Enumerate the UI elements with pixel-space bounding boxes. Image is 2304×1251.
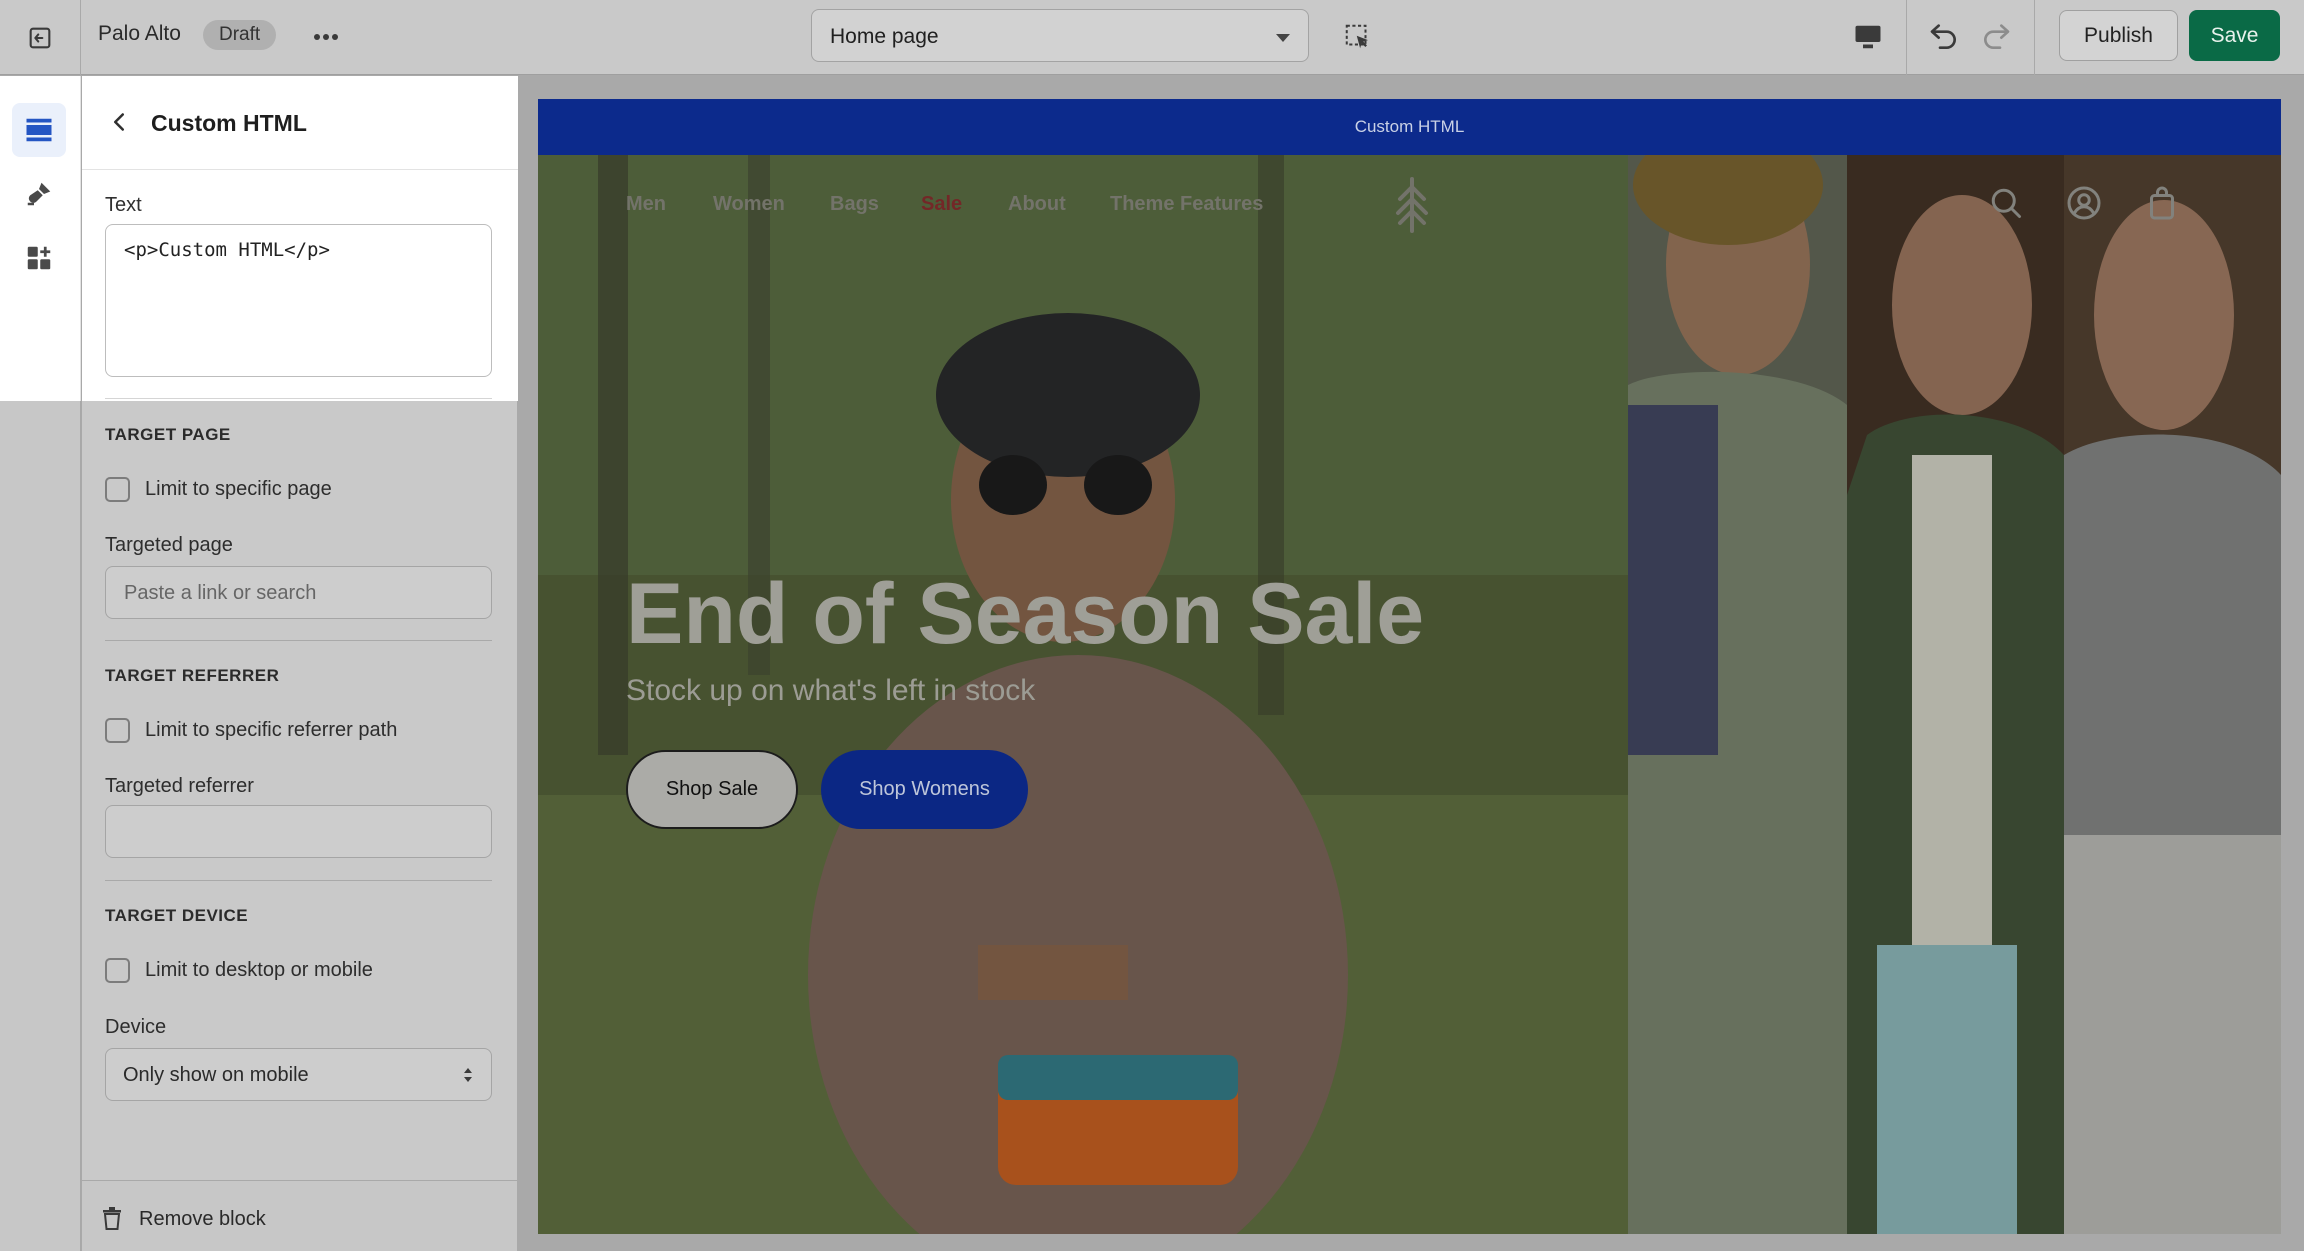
- inspector-toggle-button[interactable]: [1339, 18, 1377, 56]
- page-selector[interactable]: Home page: [811, 9, 1309, 62]
- panel-footer: Remove block: [82, 1180, 517, 1251]
- undo-button[interactable]: [1924, 15, 1964, 55]
- storefront-preview: Custom HTML Men Women Bags Sale About Th…: [538, 99, 2281, 1234]
- nav-link-men[interactable]: Men: [626, 193, 666, 216]
- settings-panel-header-area: Custom HTML Text <p>Custom HTML</p>: [82, 76, 518, 401]
- device-label: Device: [105, 1016, 167, 1038]
- hero-photo: [2064, 155, 2281, 1234]
- theme-settings-nav-button[interactable]: [12, 167, 66, 221]
- limit-device-checkbox[interactable]: [105, 958, 130, 983]
- exit-icon: [29, 27, 51, 48]
- chevron-left-icon: [114, 113, 124, 131]
- cart-button[interactable]: [2142, 183, 2182, 223]
- panel-header: Custom HTML: [82, 76, 518, 170]
- store-name: Palo Alto: [98, 22, 181, 45]
- remove-block-button[interactable]: Remove block: [139, 1208, 266, 1231]
- redo-button[interactable]: [1976, 15, 2016, 55]
- search-button[interactable]: [1986, 183, 2026, 223]
- more-actions-button[interactable]: [308, 19, 344, 55]
- hero-headline: End of Season Sale: [626, 566, 1425, 662]
- targeted-referrer-label: Targeted referrer: [105, 775, 254, 797]
- targeted-referrer-input[interactable]: [105, 805, 492, 858]
- limit-device-checkbox-label: Limit to desktop or mobile: [145, 959, 373, 981]
- nav-link-bags[interactable]: Bags: [830, 193, 879, 216]
- top-bar: Palo Alto Draft Home page Publish Save: [0, 0, 2304, 75]
- left-rail-highlight: [0, 76, 81, 401]
- device-select-value: Only show on mobile: [123, 1064, 309, 1086]
- shopping-bag-icon: [2150, 186, 2174, 220]
- targeted-page-placeholder: Paste a link or search: [124, 582, 317, 604]
- divider: [1906, 0, 1907, 75]
- status-badge: Draft: [203, 20, 277, 50]
- section-title-target-device: TARGET DEVICE: [105, 906, 249, 925]
- custom-html-announcement[interactable]: Custom HTML: [538, 99, 2281, 155]
- save-button[interactable]: Save: [2189, 10, 2280, 61]
- chevron-down-icon: [1276, 34, 1290, 42]
- nav-link-about[interactable]: About: [1008, 193, 1066, 216]
- tree-logo-icon: [1396, 177, 1428, 233]
- hero-banner[interactable]: Men Women Bags Sale About Theme Features: [538, 155, 2281, 1234]
- text-field-label: Text: [105, 194, 142, 216]
- apps-nav-button[interactable]: [12, 231, 66, 285]
- select-arrows-icon: [464, 1068, 472, 1082]
- back-button[interactable]: [104, 107, 134, 137]
- page-selector-value: Home page: [830, 25, 939, 48]
- hero-image-woman: [1847, 155, 2064, 1234]
- nav-link-women[interactable]: Women: [713, 193, 785, 216]
- hero-photo: [1628, 155, 1847, 1234]
- divider: [105, 398, 492, 399]
- ellipsis-icon: [314, 34, 338, 40]
- sections-nav-button[interactable]: [12, 103, 66, 157]
- redo-icon: [1984, 24, 2010, 49]
- targeted-page-label: Targeted page: [105, 534, 233, 556]
- publish-button[interactable]: Publish: [2059, 10, 2178, 61]
- limit-page-checkbox-label: Limit to specific page: [145, 478, 332, 500]
- account-button[interactable]: [2064, 183, 2104, 223]
- hero-subhead: Stock up on what's left in stock: [626, 674, 1036, 707]
- section-title-target-referrer: TARGET REFERRER: [105, 666, 280, 685]
- hero-photo: [1847, 155, 2064, 1234]
- divider: [105, 640, 492, 641]
- panel-title: Custom HTML: [151, 110, 307, 136]
- divider: [2034, 0, 2035, 75]
- custom-html-textarea[interactable]: <p>Custom HTML</p>: [105, 224, 492, 377]
- store-nav: Men Women Bags Sale About Theme Features: [538, 155, 2281, 255]
- shop-womens-button[interactable]: Shop Womens: [821, 750, 1028, 829]
- nav-link-theme-features[interactable]: Theme Features: [1110, 193, 1263, 216]
- preview-device-button[interactable]: [1848, 17, 1888, 57]
- trash-icon: [103, 1207, 121, 1230]
- store-logo[interactable]: [1388, 177, 1436, 233]
- targeted-page-input[interactable]: Paste a link or search: [105, 566, 492, 619]
- shop-sale-button[interactable]: Shop Sale: [626, 750, 798, 829]
- limit-page-checkbox[interactable]: [105, 477, 130, 502]
- hero-image-man: [1628, 155, 1847, 1234]
- sections-icon: [26, 118, 52, 142]
- paint-brush-icon: [27, 182, 51, 206]
- nav-link-sale[interactable]: Sale: [921, 193, 962, 216]
- limit-referrer-checkbox-label: Limit to specific referrer path: [145, 719, 398, 741]
- search-icon: [1991, 188, 2021, 218]
- undo-icon: [1930, 24, 1956, 49]
- select-cursor-icon: [1345, 24, 1368, 49]
- hero-image-woman-2: [2064, 155, 2281, 1234]
- divider: [105, 880, 492, 881]
- section-title-target-page: TARGET PAGE: [105, 425, 231, 444]
- account-icon: [2067, 186, 2101, 220]
- device-select[interactable]: Only show on mobile: [105, 1048, 492, 1101]
- apps-icon: [27, 246, 51, 270]
- desktop-icon: [1855, 25, 1881, 49]
- limit-referrer-checkbox[interactable]: [105, 718, 130, 743]
- exit-editor-button[interactable]: [0, 0, 81, 75]
